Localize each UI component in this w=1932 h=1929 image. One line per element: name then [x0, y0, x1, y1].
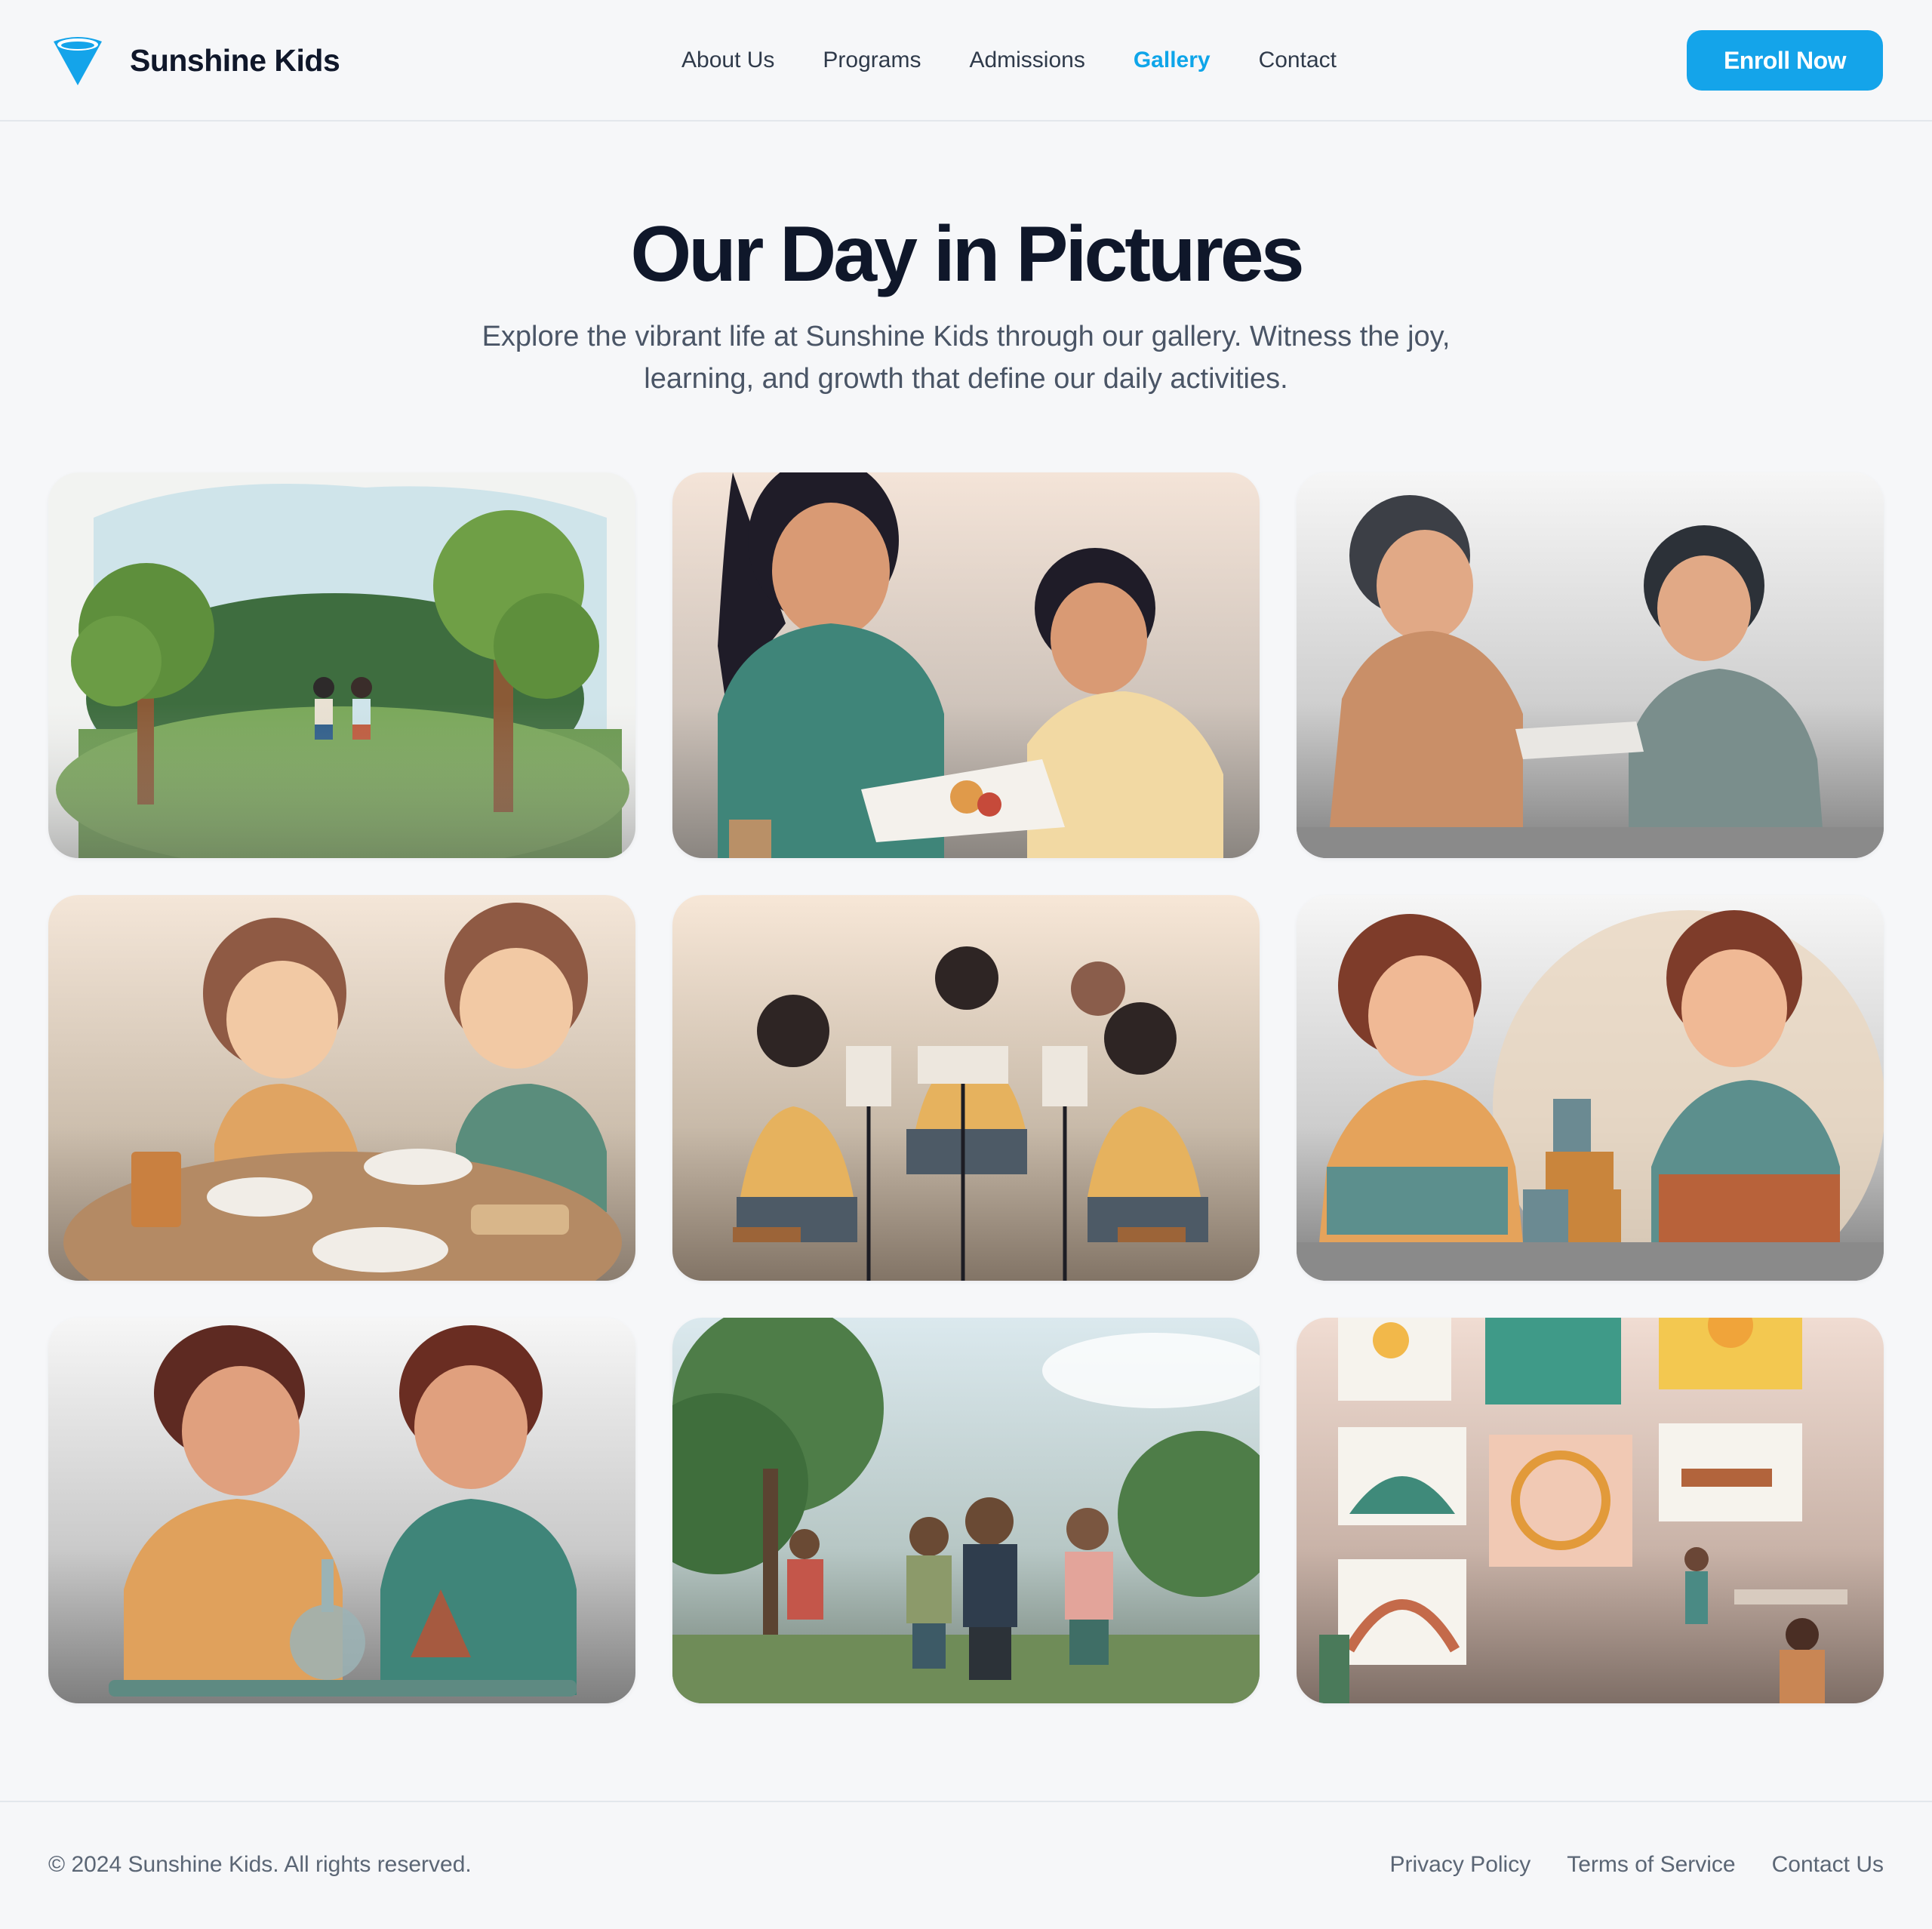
- footer-links: Privacy Policy Terms of Service Contact …: [1354, 1852, 1884, 1878]
- gallery-image-science[interactable]: [48, 1318, 635, 1703]
- site-footer: © 2024 Sunshine Kids. All rights reserve…: [0, 1801, 1932, 1929]
- gallery-image-sharing[interactable]: [1297, 472, 1884, 858]
- gallery-image-painting[interactable]: [672, 472, 1260, 858]
- gallery-image-walk[interactable]: [672, 1318, 1260, 1703]
- site-header: Sunshine Kids About Us Programs Admissio…: [0, 0, 1932, 122]
- gallery-image-blocks[interactable]: [1297, 895, 1884, 1281]
- gallery-image-park[interactable]: [48, 472, 635, 858]
- gallery-image-lunch[interactable]: [48, 895, 635, 1281]
- footer-link-terms-of-service[interactable]: Terms of Service: [1567, 1852, 1735, 1878]
- footer-link-privacy-policy[interactable]: Privacy Policy: [1390, 1852, 1531, 1878]
- page-title: Our Day in Pictures: [630, 211, 1304, 298]
- enroll-now-button[interactable]: Enroll Now: [1687, 30, 1883, 91]
- brand[interactable]: Sunshine Kids: [51, 33, 340, 88]
- copyright-text: © 2024 Sunshine Kids. All rights reserve…: [48, 1852, 472, 1877]
- nav-programs[interactable]: Programs: [823, 44, 921, 77]
- nav-gallery[interactable]: Gallery: [1134, 44, 1211, 77]
- page-subtitle: Explore the vibrant life at Sunshine Kid…: [468, 315, 1464, 400]
- nav-admissions[interactable]: Admissions: [969, 44, 1084, 77]
- funnel-logo-icon: [54, 37, 102, 85]
- brand-name: Sunshine Kids: [130, 42, 340, 78]
- subtitle-line-1: Explore the vibrant life at Sunshine Kid…: [481, 321, 1451, 352]
- photo-gallery: [48, 472, 1884, 1703]
- gallery-image-music[interactable]: [672, 895, 1260, 1281]
- nav-contact[interactable]: Contact: [1259, 44, 1337, 77]
- nav-about-us[interactable]: About Us: [681, 44, 774, 77]
- footer-link-contact-us[interactable]: Contact Us: [1772, 1852, 1884, 1878]
- gallery-image-art-wall[interactable]: [1297, 1318, 1884, 1703]
- main-nav: About Us Programs Admissions Gallery Con…: [681, 44, 1385, 77]
- subtitle-line-2: learning, and growth that define our dai…: [644, 363, 1288, 395]
